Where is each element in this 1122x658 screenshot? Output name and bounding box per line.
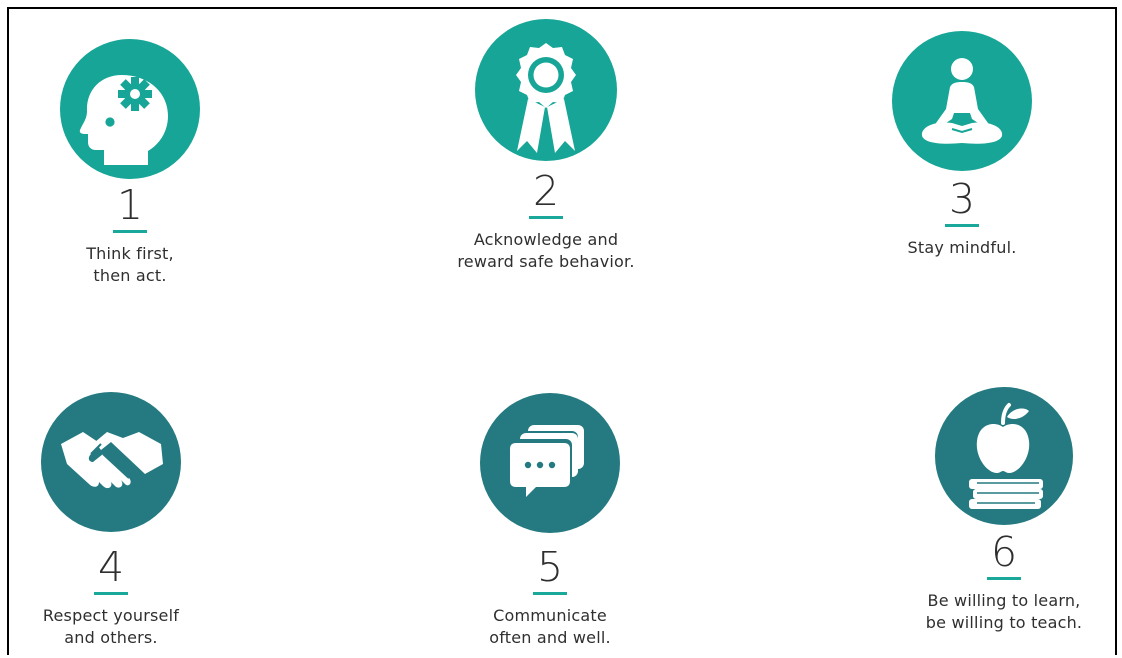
meditation-icon: [921, 58, 1003, 144]
tip-caption-3-line-1: Stay mindful.: [907, 238, 1017, 257]
tip-item-6: 6 Be willing to learn, be willing to tea…: [874, 387, 1122, 634]
award-ribbon-badge: [475, 19, 617, 161]
tip-caption-5-line-1: Communicate: [493, 606, 607, 625]
head-gear-icon: [79, 75, 168, 165]
award-ribbon-icon: [516, 43, 576, 153]
tip-caption-5-line-2: often and well.: [489, 628, 611, 647]
tip-number-6: 6: [986, 529, 1022, 580]
tip-item-3: 3 Stay mindful.: [832, 31, 1092, 259]
tip-caption-4: Respect yourself and others.: [0, 605, 241, 649]
tip-item-4: 4 Respect yourself and others.: [0, 392, 241, 649]
tip-number-5: 5: [532, 544, 568, 595]
tip-caption-6: Be willing to learn, be willing to teach…: [874, 590, 1122, 634]
handshake-badge: [41, 392, 181, 532]
tip-item-1: 1 Think first, then act.: [0, 39, 260, 287]
tip-number-4: 4: [93, 544, 129, 595]
tip-caption-2-line-1: Acknowledge and: [473, 230, 619, 249]
tip-number-3: 3: [944, 176, 980, 227]
apple-books-icon: [969, 403, 1043, 509]
tip-caption-1: Think first, then act.: [0, 243, 260, 287]
tip-caption-4-line-1: Respect yourself: [42, 606, 180, 625]
chat-bubbles-badge: [480, 393, 620, 533]
poster-canvas: 1 Think first, then act. 2 Acknowledge a…: [0, 0, 1122, 658]
meditation-badge: [892, 31, 1032, 171]
handshake-icon: [61, 432, 163, 489]
tip-caption-2: Acknowledge and reward safe behavior.: [416, 229, 676, 273]
tip-caption-1-line-2: then act.: [93, 266, 167, 285]
tip-caption-6-line-1: Be willing to learn,: [927, 591, 1081, 610]
tip-item-2: 2 Acknowledge and reward safe behavior.: [416, 19, 676, 273]
tip-number-1: 1: [112, 182, 148, 233]
chat-bubbles-icon: [510, 425, 584, 497]
tip-caption-4-line-2: and others.: [64, 628, 158, 647]
apple-books-badge: [935, 387, 1073, 525]
head-gear-badge: [60, 39, 200, 179]
tip-item-5: 5 Communicate often and well.: [420, 393, 680, 649]
tip-number-2: 2: [528, 168, 564, 219]
tip-caption-6-line-2: be willing to teach.: [925, 613, 1083, 632]
tip-caption-2-line-2: reward safe behavior.: [457, 252, 635, 271]
tip-caption-1-line-1: Think first,: [86, 244, 174, 263]
tip-caption-3: Stay mindful.: [832, 237, 1092, 259]
tip-caption-5: Communicate often and well.: [420, 605, 680, 649]
